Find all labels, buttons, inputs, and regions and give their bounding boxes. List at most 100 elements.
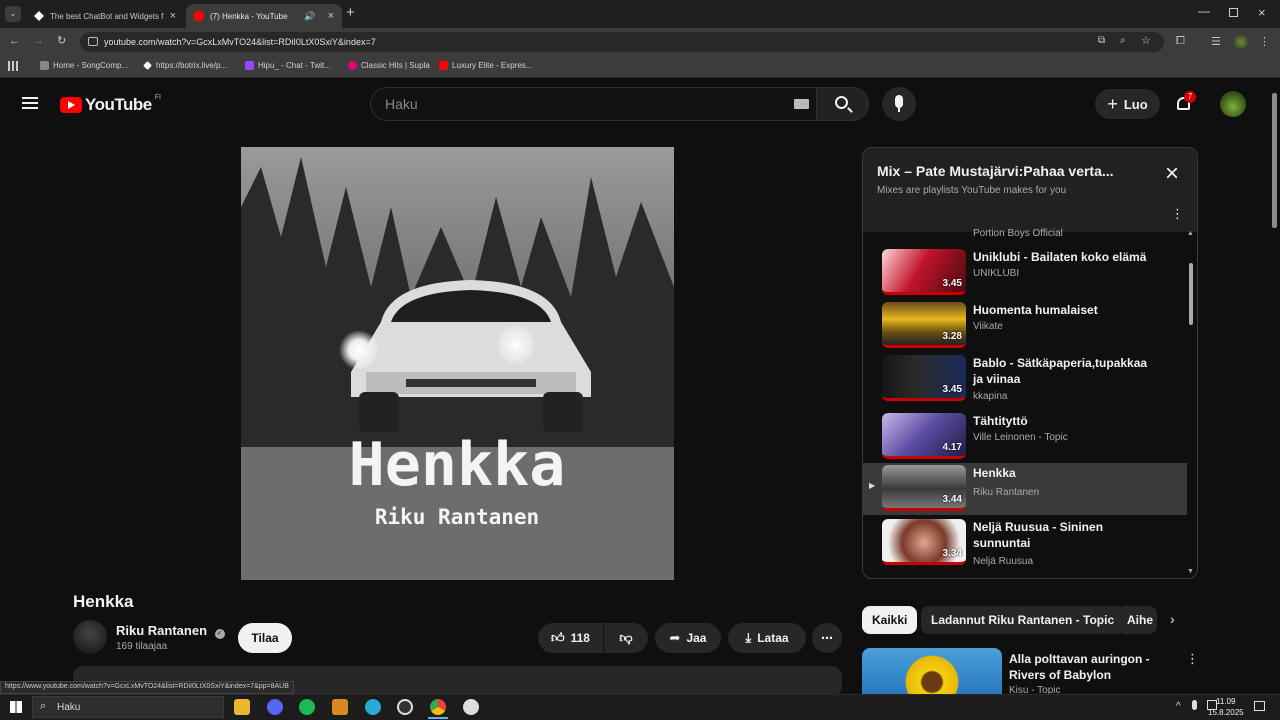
reload-icon[interactable]: ↻	[57, 34, 66, 47]
new-tab-icon[interactable]: +	[346, 4, 355, 21]
youtube-small-icon	[439, 61, 448, 70]
bookmark-botrix[interactable]: https://botrix.live/p...	[143, 61, 227, 70]
playlist-header: Mix – Pate Mustajärvi:Pahaa verta... Mix…	[863, 148, 1197, 232]
tab-search-button[interactable]: ⌄	[5, 6, 21, 22]
album-art-title: Henkka	[349, 430, 566, 500]
create-button[interactable]: + Luo	[1095, 89, 1160, 119]
now-playing-icon: ▶	[869, 481, 876, 490]
edge-dev-icon[interactable]	[365, 699, 381, 715]
close-playlist-icon[interactable]: ×	[1165, 162, 1179, 186]
recommended-title[interactable]: Alla polttavan auringon - Rivers of Baby…	[1009, 651, 1179, 683]
tray-mic-icon[interactable]	[1192, 700, 1197, 710]
channel-avatar[interactable]	[73, 620, 107, 654]
notifications-button[interactable]: 7	[1174, 91, 1196, 114]
address-url: youtube.com/watch?v=GcxLxMvTO24&list=RDi…	[104, 37, 376, 47]
playlist-item-current[interactable]: ▶ 3.44 Henkka Riku Rantanen	[863, 463, 1187, 515]
recommended-thumbnail[interactable]	[862, 648, 1002, 694]
browser-tab-youtube[interactable]: (7) Henkka - YouTube 🔊 ×	[186, 4, 342, 28]
playlist-item[interactable]: 3.45 Uniklubi - Bailaten koko elämä UNIK…	[863, 247, 1187, 299]
browser-tab-chatbot[interactable]: The best ChatBot and Widgets f ×	[26, 4, 184, 28]
like-count: 118	[570, 631, 590, 645]
bookmark-star-icon[interactable]: ☆	[1141, 34, 1151, 47]
youtube-play-logo-icon	[60, 97, 82, 113]
search-input[interactable]: Haku	[370, 87, 817, 121]
close-tab-icon[interactable]: ×	[328, 10, 334, 22]
duration-badge: 3.34	[942, 548, 962, 559]
playlist-scrollbar[interactable]	[1189, 263, 1193, 325]
page-scrollbar[interactable]	[1272, 93, 1277, 228]
recommended-menu-icon[interactable]: ⋮	[1186, 651, 1199, 667]
playlist-item[interactable]: 3.28 Huomenta humalaiset Viikate	[863, 300, 1187, 352]
scroll-up-arrow-icon[interactable]: ▲	[1187, 230, 1194, 237]
tab-audio-icon[interactable]: 🔊	[304, 11, 315, 22]
chip-uploaded-by[interactable]: Ladannut Riku Rantanen - Topic	[921, 606, 1125, 634]
bookmark-supla[interactable]: Classic Hits | Supla	[348, 61, 430, 70]
share-button[interactable]: ➦ Jaa	[655, 623, 721, 653]
playlist-item-channel: UNIKLUBI	[973, 268, 1020, 279]
game-app-icon[interactable]	[332, 699, 348, 715]
playlist-item[interactable]: 3.34 Neljä Ruusua - Sininen sunnuntai Ne…	[863, 517, 1187, 569]
apps-grid-icon[interactable]	[8, 61, 18, 71]
minimize-window-icon[interactable]: —	[1198, 4, 1210, 18]
chips-next-icon[interactable]: ›	[1170, 611, 1175, 627]
taskbar-clock-date[interactable]: 15.8.2025	[1208, 708, 1244, 717]
voice-search-button[interactable]	[882, 87, 916, 121]
zoom-icon[interactable]: ⌕	[1120, 35, 1126, 46]
extensions-icon[interactable]: ⧠	[1176, 35, 1185, 48]
bookmark-songcomp[interactable]: Home - SongComp...	[40, 61, 128, 70]
chrome-menu-icon[interactable]: ⋮	[1259, 35, 1270, 48]
chrome-taskbar-icon[interactable]	[430, 699, 446, 715]
playlist-item[interactable]: 3.45 Bablo - Sätkäpaperia,tupakkaa ja vi…	[863, 353, 1187, 405]
video-player[interactable]: Henkka Riku Rantanen	[241, 147, 674, 580]
duration-badge: 3.44	[942, 494, 962, 505]
playlist-thumbnail: 3.44	[882, 465, 966, 511]
bookmark-luxury-elite[interactable]: Luxury Elite - Expres...	[439, 61, 532, 70]
discord-icon[interactable]	[267, 699, 283, 715]
chrome-active-indicator	[428, 717, 448, 719]
keyboard-icon[interactable]	[794, 99, 809, 109]
restore-window-icon[interactable]	[1229, 8, 1238, 17]
profile-avatar[interactable]	[1234, 35, 1248, 49]
dislike-button[interactable]: 👎︎	[604, 623, 648, 653]
spotify-icon[interactable]	[299, 699, 315, 715]
download-button[interactable]: ⤓ Lataa	[728, 623, 806, 653]
search-button[interactable]	[817, 87, 869, 121]
close-window-icon[interactable]: ×	[1258, 5, 1266, 20]
taskbar-search-icon: ⌕	[40, 700, 47, 712]
playlist-item[interactable]: 4.17 Tähtityttö Ville Leinonen - Topic	[863, 411, 1187, 463]
chip-all[interactable]: Kaikki	[862, 606, 918, 634]
back-icon[interactable]: ←	[9, 35, 20, 47]
tray-chevron-icon[interactable]: ^	[1176, 701, 1181, 712]
tab-title: The best ChatBot and Widgets f	[50, 11, 164, 21]
notification-center-icon[interactable]	[1254, 701, 1265, 711]
obs-icon[interactable]	[397, 699, 413, 715]
app-running-icon[interactable]	[463, 699, 479, 715]
more-actions-button[interactable]: ⋯	[812, 623, 842, 653]
file-explorer-icon[interactable]	[234, 699, 250, 715]
close-tab-icon[interactable]: ×	[170, 10, 176, 22]
taskbar-search-input[interactable]: ⌕ Haku	[32, 696, 224, 718]
bookmark-twitch[interactable]: Hipu_ - Chat - Twit...	[245, 61, 331, 70]
reading-list-icon[interactable]: ☰	[1211, 35, 1221, 48]
like-button[interactable]: 👍︎ 118	[538, 623, 603, 653]
duration-badge: 4.17	[942, 442, 962, 453]
subscribe-button[interactable]: Tilaa	[238, 623, 292, 653]
account-avatar[interactable]	[1220, 91, 1246, 117]
site-info-icon[interactable]	[88, 37, 98, 46]
scroll-down-arrow-icon[interactable]: ▼	[1187, 568, 1194, 575]
taskbar-clock-time[interactable]: 11.09	[1216, 697, 1235, 706]
chip-related[interactable]: Aihe	[1117, 606, 1157, 634]
playlist-menu-icon[interactable]: ⋮	[1171, 206, 1184, 222]
guide-menu-icon[interactable]	[22, 97, 38, 109]
channel-name[interactable]: Riku Rantanen ✓	[116, 623, 225, 639]
playlist-title[interactable]: Mix – Pate Mustajärvi:Pahaa verta...	[877, 163, 1147, 179]
playlist-subtitle: Mixes are playlists YouTube makes for yo…	[877, 185, 1067, 196]
chatbot-favicon-icon	[34, 11, 44, 21]
install-app-icon[interactable]: ⧉	[1098, 35, 1105, 46]
youtube-logo[interactable]: YouTube FI	[60, 94, 161, 115]
windows-start-icon[interactable]	[10, 701, 22, 713]
share-icon: ➦	[669, 630, 681, 645]
playlist-item-channel: Viikate	[973, 321, 1003, 332]
address-bar[interactable]: youtube.com/watch?v=GcxLxMvTO24&list=RDi…	[80, 32, 1164, 52]
forward-icon[interactable]: →	[33, 35, 44, 47]
